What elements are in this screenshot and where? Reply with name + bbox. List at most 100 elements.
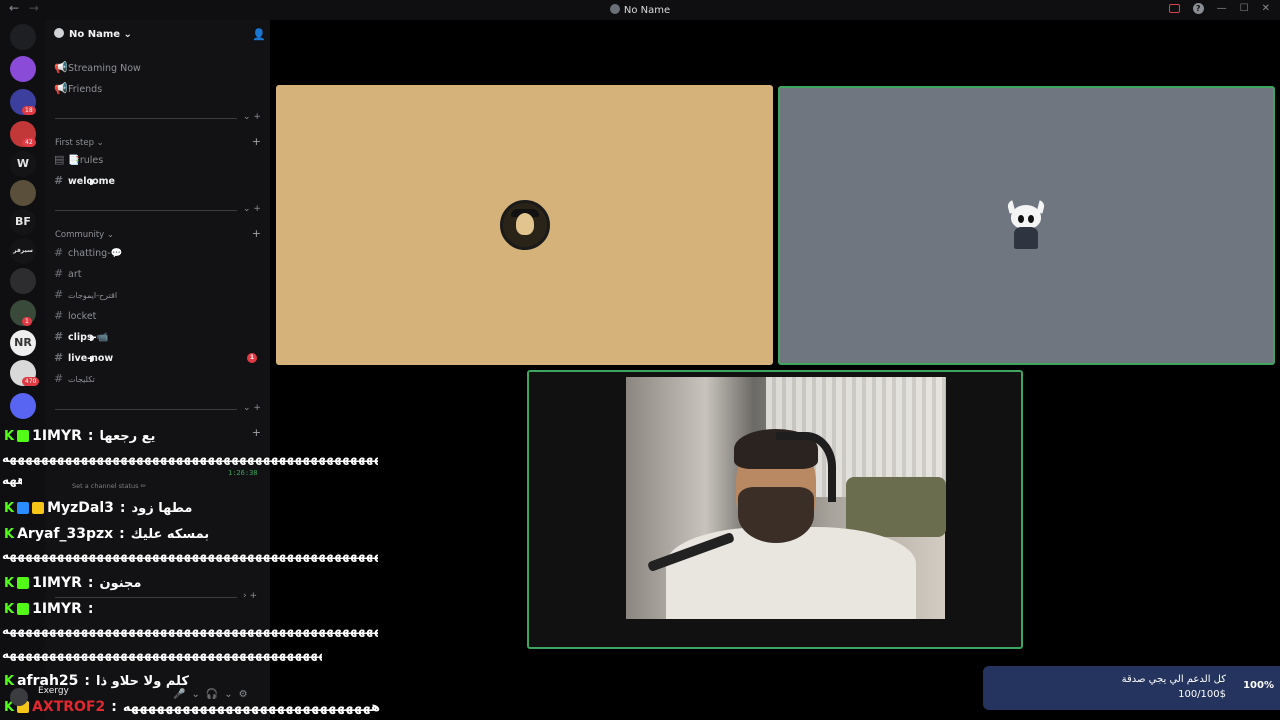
window-title: No Name bbox=[0, 4, 1280, 16]
server-icon[interactable]: BF bbox=[10, 209, 36, 235]
headset-icon bbox=[776, 432, 836, 502]
hash-icon: # bbox=[54, 309, 64, 322]
server-badge: 18 bbox=[22, 106, 36, 115]
server-icon-label: BF bbox=[15, 215, 31, 228]
sidebar-item-streaming-now[interactable]: 📢Streaming Now bbox=[54, 59, 266, 77]
window-title-text: No Name bbox=[623, 5, 671, 16]
server-icon[interactable] bbox=[10, 56, 36, 82]
channel-clips[interactable]: # clips-📹 bbox=[54, 328, 266, 346]
close-icon[interactable]: ✕ bbox=[1262, 3, 1270, 14]
channel-tkleejat[interactable]: # تكليجات bbox=[54, 370, 266, 388]
server-header[interactable]: No Name ⌄ 👤 bbox=[54, 28, 266, 44]
maximize-icon[interactable]: ☐ bbox=[1240, 3, 1249, 14]
channel-live-now[interactable]: # live-now 1 bbox=[54, 349, 266, 367]
category-label: First step bbox=[55, 138, 94, 148]
chat-separator: : bbox=[87, 575, 94, 591]
avatar-cloak bbox=[1014, 227, 1038, 249]
participant-tile-speaking[interactable] bbox=[778, 86, 1275, 365]
category-community[interactable]: Community ⌄ + bbox=[55, 228, 261, 241]
chat-username: 1IMYR bbox=[32, 601, 82, 617]
chat-spam-line: ههه bbox=[2, 473, 22, 487]
chat-badge-icon bbox=[17, 502, 30, 514]
hash-icon: # bbox=[54, 174, 64, 187]
server-badge: 470 bbox=[22, 377, 40, 386]
sidebar-item-label: Friends bbox=[68, 84, 103, 95]
avatar[interactable] bbox=[10, 688, 28, 706]
screen-share-icon[interactable] bbox=[1168, 4, 1180, 13]
server-icon[interactable] bbox=[10, 393, 36, 419]
channel-label: تكليجات bbox=[68, 375, 95, 384]
participant-tile[interactable] bbox=[276, 85, 773, 365]
hash-icon: # bbox=[54, 288, 64, 301]
sidebar-item-friends[interactable]: 📢Friends bbox=[54, 80, 266, 98]
participant-avatar bbox=[1006, 200, 1046, 251]
add-channel-icon[interactable]: + bbox=[252, 427, 261, 439]
megaphone-icon: 📢 bbox=[54, 82, 68, 95]
category-first-step[interactable]: First step ⌄ + bbox=[55, 136, 261, 149]
chat-message: K 1IMYR: مجنون bbox=[4, 572, 141, 594]
channel-label: welcome bbox=[68, 176, 115, 187]
category-label: Community bbox=[55, 230, 105, 240]
server-icon-label: NR bbox=[14, 336, 32, 349]
chat-message: K 1IMYR: يع رجعها bbox=[4, 425, 155, 447]
discord-home-icon[interactable] bbox=[10, 24, 36, 50]
divider-controls[interactable]: ⌄ + bbox=[243, 204, 261, 214]
divider-controls[interactable]: ⌄ + bbox=[243, 112, 261, 122]
donation-title: كل الدعم الي يجي صدقة bbox=[1121, 674, 1226, 685]
add-channel-icon[interactable]: + bbox=[252, 228, 261, 240]
megaphone-icon: 📢 bbox=[54, 61, 68, 74]
server-icon[interactable] bbox=[10, 180, 36, 206]
donation-goal: كل الدعم الي يجي صدقة 100/100$ 100% bbox=[983, 666, 1280, 710]
server-icon-label: سيرفر bbox=[13, 247, 33, 254]
server-icon[interactable]: NR bbox=[10, 330, 36, 356]
chat-username: Aryaf_33pzx bbox=[17, 526, 114, 542]
channel-label: 📑rules bbox=[68, 155, 104, 166]
server-icon[interactable]: سيرفر bbox=[10, 238, 36, 264]
chat-text: بمسكه عليك bbox=[130, 526, 210, 542]
avatar-head bbox=[1011, 205, 1041, 229]
voice-controls[interactable]: 🎤⌄🎧⌄⚙ bbox=[173, 689, 254, 700]
channel-label: clips-📹 bbox=[68, 332, 109, 343]
channel-suggest-emojis[interactable]: # اقترح-ايموجات bbox=[54, 286, 266, 304]
chat-badge-icon bbox=[17, 577, 30, 589]
user-panel: Exergy 🎤⌄🎧⌄⚙ bbox=[10, 686, 270, 708]
kick-icon: K bbox=[4, 428, 15, 444]
channel-art[interactable]: # art bbox=[54, 265, 266, 283]
avatar-eye bbox=[1018, 215, 1024, 223]
minimize-icon[interactable]: — bbox=[1217, 3, 1227, 14]
channel-chatting[interactable]: # chatting-💬 bbox=[54, 244, 266, 262]
category-divider bbox=[55, 409, 237, 410]
donation-percent: 100% bbox=[1243, 680, 1274, 691]
chat-username: MyzDal3 bbox=[47, 500, 114, 516]
server-badge: 1 bbox=[22, 317, 32, 326]
channel-status-input[interactable]: Set a channel status ✏ bbox=[72, 482, 146, 490]
chat-message: K 1IMYR: bbox=[4, 598, 100, 620]
chat-badge-icon bbox=[32, 502, 45, 514]
server-icon[interactable]: W bbox=[10, 151, 36, 177]
kick-icon: K bbox=[4, 601, 15, 617]
category-divider bbox=[55, 118, 237, 119]
divider-controls[interactable]: › + bbox=[243, 591, 257, 601]
chevron-down-icon: ⌄ bbox=[123, 29, 132, 40]
title-bar: ← → No Name ? — ☐ ✕ bbox=[0, 0, 1280, 20]
rules-icon: ▤ bbox=[54, 153, 65, 166]
hash-icon: # bbox=[54, 330, 64, 343]
window-controls: ? — ☐ ✕ bbox=[1168, 3, 1270, 14]
divider-controls[interactable]: ⌄ + bbox=[243, 403, 261, 413]
category-divider bbox=[55, 210, 237, 211]
add-channel-icon[interactable]: + bbox=[252, 136, 261, 148]
chat-spam-line: هههههههههههههههههههههههههههههههههههههههه… bbox=[2, 451, 378, 465]
chat-separator: : bbox=[87, 601, 94, 617]
add-member-icon[interactable]: 👤 bbox=[252, 28, 266, 41]
chat-spam-line: هههههههههههههههههههههههههههههههههههههههه… bbox=[2, 623, 378, 637]
server-icon[interactable] bbox=[10, 268, 36, 294]
channel-locket[interactable]: # locket bbox=[54, 307, 266, 325]
avatar-face bbox=[516, 213, 534, 235]
webcam-tile[interactable] bbox=[527, 370, 1023, 649]
chat-separator: : bbox=[87, 428, 94, 444]
channel-rules[interactable]: ▤ 📑rules bbox=[54, 151, 266, 169]
participant-avatar bbox=[500, 200, 550, 250]
channel-welcome[interactable]: # welcome bbox=[54, 172, 266, 190]
help-icon[interactable]: ? bbox=[1192, 3, 1204, 14]
sidebar-item-label: Streaming Now bbox=[68, 63, 141, 74]
